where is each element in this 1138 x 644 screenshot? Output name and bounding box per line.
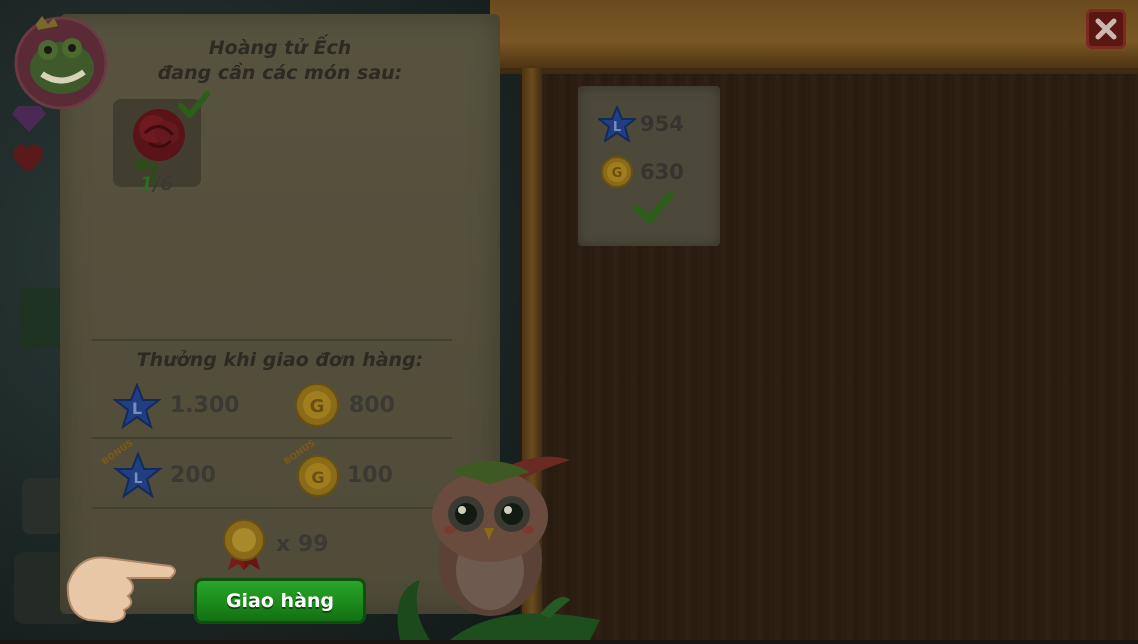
green-vine	[390, 560, 620, 640]
reward-coin-value: 800	[349, 393, 395, 418]
reward-bonus-coin-value: 100	[347, 463, 393, 488]
medal-count: x 99	[276, 532, 329, 557]
gold-coin-icon: G	[294, 382, 340, 428]
order-title: Hoàng tử Ếch đang cần các món sau:	[60, 36, 500, 86]
order-board-icon	[20, 288, 62, 348]
requirement-coin-value: 630	[640, 160, 684, 184]
reward-xp-value: 1.300	[170, 393, 240, 418]
chat-icon	[22, 478, 64, 534]
item-have-count: 1	[140, 173, 154, 195]
requirement-coin-icon: G	[600, 155, 634, 189]
medal-icon	[218, 516, 270, 572]
heart-icon	[10, 142, 46, 174]
item-need-count: /6	[153, 173, 174, 195]
svg-text:G: G	[311, 468, 324, 487]
svg-text:L: L	[613, 120, 621, 135]
pointing-hand-icon	[58, 544, 180, 626]
requirement-xp-value: 954	[640, 112, 684, 136]
close-icon	[1095, 18, 1117, 40]
deliver-button[interactable]: Giao hàng	[194, 578, 366, 624]
reward-title: Thưởng khi giao đơn hàng:	[136, 349, 424, 371]
xp-star-icon: L	[112, 382, 162, 430]
reward-bonus-xp-value: 200	[170, 463, 216, 488]
requirement-xp-star-icon: L	[596, 104, 638, 144]
reward-divider-middle	[92, 437, 452, 439]
svg-text:L: L	[132, 399, 142, 418]
svg-text:L: L	[134, 471, 143, 487]
npc-request-text: đang cần các món sau:	[157, 62, 403, 84]
item-progress: 1/6	[140, 173, 173, 195]
requirement-check-icon	[632, 188, 676, 228]
close-button[interactable]	[1086, 9, 1126, 49]
svg-text:G: G	[310, 396, 325, 417]
reward-divider-top	[92, 339, 452, 341]
item-complete-check-icon	[178, 90, 210, 120]
reward-divider-bottom	[92, 507, 452, 509]
svg-text:G: G	[612, 166, 623, 181]
wooden-roof	[490, 0, 1138, 74]
npc-name: Hoàng tử Ếch	[208, 37, 352, 59]
